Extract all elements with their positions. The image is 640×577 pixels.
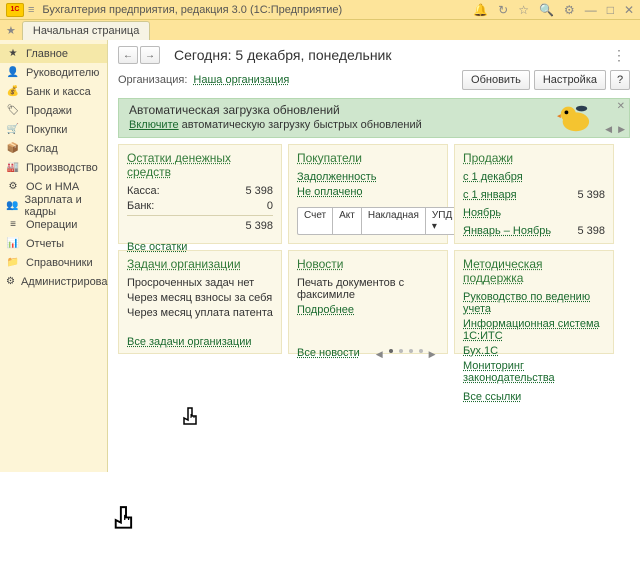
sales-dec-link[interactable]: с 1 декабря xyxy=(463,171,523,183)
history-icon[interactable]: ↻ xyxy=(498,3,508,17)
cash-title[interactable]: Остатки денежных средств xyxy=(127,151,273,179)
box-icon: 📦 xyxy=(6,142,20,156)
sidebar-item-sales[interactable]: 🏷Продажи xyxy=(0,101,107,120)
card-support: Методическая поддержка Руководство по ве… xyxy=(454,250,614,354)
list-icon: ≡ xyxy=(6,218,20,232)
support-link-2[interactable]: Бух.1С xyxy=(463,345,498,357)
pager-dot[interactable] xyxy=(399,349,403,353)
buyers-debt-link[interactable]: Задолженность xyxy=(297,171,377,183)
news-pager: ◀ ▶ xyxy=(376,349,436,360)
sales-title[interactable]: Продажи xyxy=(463,151,513,165)
card-buyers: Покупатели Задолженность Не оплачено Сче… xyxy=(288,144,448,244)
banner-close-icon[interactable]: ✕ xyxy=(617,101,625,112)
cursor-icon xyxy=(108,502,144,541)
sidebar-item-main[interactable]: ★Главное xyxy=(0,44,107,63)
money-icon: 💰 xyxy=(6,85,20,99)
tag-icon: 🏷 xyxy=(6,104,20,118)
tasks-title[interactable]: Задачи организации xyxy=(127,257,241,271)
tab-invoice[interactable]: Счет xyxy=(298,208,333,234)
support-link-0[interactable]: Руководство по ведению учета xyxy=(463,291,605,315)
app-logo: 1C xyxy=(6,3,24,17)
star-icon: ★ xyxy=(6,47,20,61)
nav-forward-button[interactable]: → xyxy=(140,46,160,64)
card-sales: Продажи с 1 декабря с 1 января5 398 Нояб… xyxy=(454,144,614,244)
settings-button[interactable]: Настройка xyxy=(534,70,606,90)
banner-prev-icon[interactable]: ◀ xyxy=(605,124,612,135)
news-title[interactable]: Новости xyxy=(297,257,343,271)
favorites-icon[interactable]: ★ xyxy=(6,24,16,37)
minimize-icon[interactable]: — xyxy=(585,3,597,17)
org-label: Организация: xyxy=(118,74,187,86)
tabbar: ★ Начальная страница xyxy=(0,20,640,40)
sidebar-item-refs[interactable]: 📁Справочники xyxy=(0,253,107,272)
pager-dot[interactable] xyxy=(409,349,413,353)
org-link[interactable]: Наша организация xyxy=(193,74,289,86)
sidebar-item-reports[interactable]: 📊Отчеты xyxy=(0,234,107,253)
banner-next-icon[interactable]: ▶ xyxy=(618,124,625,135)
factory-icon: 🏭 xyxy=(6,161,20,175)
settings-icon[interactable]: ⚙ xyxy=(564,3,575,17)
sidebar-item-admin[interactable]: ⚙Администрирование xyxy=(0,272,107,291)
sidebar-item-production[interactable]: 🏭Производство xyxy=(0,158,107,177)
sidebar-item-bank[interactable]: 💰Банк и касса xyxy=(0,82,107,101)
maximize-icon[interactable]: □ xyxy=(607,3,614,17)
folder-icon: 📁 xyxy=(6,256,20,270)
bell-icon[interactable]: 🔔 xyxy=(473,3,488,17)
sidebar-item-warehouse[interactable]: 📦Склад xyxy=(0,139,107,158)
sidebar-item-purchase[interactable]: 🛒Покупки xyxy=(0,120,107,139)
banner-enable-link[interactable]: Включите xyxy=(129,119,179,131)
card-cash: Остатки денежных средств Касса:5 398 Бан… xyxy=(118,144,282,244)
sales-range-link[interactable]: Январь – Ноябрь xyxy=(463,225,551,237)
tab-start-page[interactable]: Начальная страница xyxy=(22,21,150,40)
cart-icon: 🛒 xyxy=(6,123,20,137)
support-link-1[interactable]: Информационная система 1С:ИТС xyxy=(463,318,605,342)
update-banner: Автоматическая загрузка обновлений Включ… xyxy=(118,98,630,138)
refresh-button[interactable]: Обновить xyxy=(462,70,530,90)
more-icon[interactable]: ⋮ xyxy=(608,47,630,64)
person-icon: 👤 xyxy=(6,66,20,80)
support-title[interactable]: Методическая поддержка xyxy=(463,257,605,285)
gear-icon: ⚙ xyxy=(6,180,20,194)
tasks-all-link[interactable]: Все задачи организации xyxy=(127,336,252,348)
support-link-3[interactable]: Мониторинг законодательства xyxy=(463,360,605,384)
pager-dot[interactable] xyxy=(419,349,423,353)
close-icon[interactable]: ✕ xyxy=(624,3,634,17)
menu-icon[interactable]: ≡ xyxy=(28,4,34,16)
card-news: Новости Печать документов с факсимиле По… xyxy=(288,250,448,354)
sidebar-item-salary[interactable]: 👥Зарплата и кадры xyxy=(0,196,107,215)
tab-delivery[interactable]: Накладная xyxy=(362,208,426,234)
news-all-link[interactable]: Все новости xyxy=(297,347,360,359)
nav-back-button[interactable]: ← xyxy=(118,46,138,64)
buyers-unpaid-link[interactable]: Не оплачено xyxy=(297,186,363,198)
app-title: Бухгалтерия предприятия, редакция 3.0 (1… xyxy=(42,4,473,16)
sidebar-item-operations[interactable]: ≡Операции xyxy=(0,215,107,234)
tab-act[interactable]: Акт xyxy=(333,208,362,234)
pager-dot[interactable] xyxy=(389,349,393,353)
titlebar: 1C ≡ Бухгалтерия предприятия, редакция 3… xyxy=(0,0,640,20)
doc-type-tabs: Счет Акт Накладная УПД ▾ xyxy=(297,207,459,235)
duck-icon xyxy=(555,101,593,135)
support-all-link[interactable]: Все ссылки xyxy=(463,391,521,403)
sales-nov-link[interactable]: Ноябрь xyxy=(463,207,501,219)
news-detail-link[interactable]: Подробнее xyxy=(297,304,354,316)
card-tasks: Задачи организации Просроченных задач не… xyxy=(118,250,282,354)
search-icon[interactable]: 🔍 xyxy=(539,3,554,17)
content: ← → Сегодня: 5 декабря, понедельник ⋮ Ор… xyxy=(108,40,640,472)
people-icon: 👥 xyxy=(6,199,18,213)
pager-next-icon[interactable]: ▶ xyxy=(429,349,436,360)
sidebar-item-manager[interactable]: 👤Руководителю xyxy=(0,63,107,82)
pager-prev-icon[interactable]: ◀ xyxy=(376,349,383,360)
chart-icon: 📊 xyxy=(6,237,20,251)
help-button[interactable]: ? xyxy=(610,70,630,90)
sidebar: ★Главное 👤Руководителю 💰Банк и касса 🏷Пр… xyxy=(0,40,108,472)
star-icon[interactable]: ☆ xyxy=(518,3,529,17)
cash-all-link[interactable]: Все остатки xyxy=(127,241,187,253)
sales-jan-link[interactable]: с 1 января xyxy=(463,189,517,201)
window-controls: 🔔 ↻ ☆ 🔍 ⚙ — □ ✕ xyxy=(473,3,634,17)
buyers-title[interactable]: Покупатели xyxy=(297,151,362,165)
page-title: Сегодня: 5 декабря, понедельник xyxy=(174,47,608,63)
gear-icon: ⚙ xyxy=(6,275,15,289)
banner-title: Автоматическая загрузка обновлений xyxy=(129,103,619,117)
